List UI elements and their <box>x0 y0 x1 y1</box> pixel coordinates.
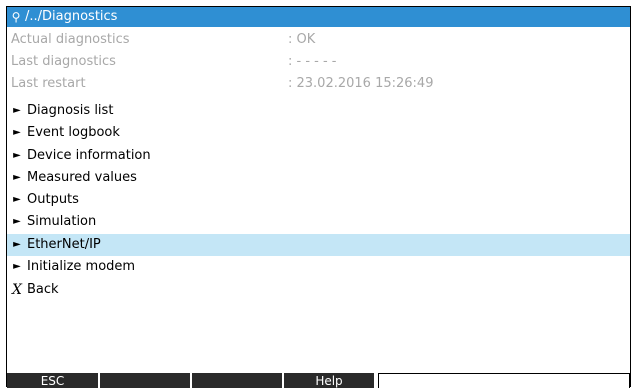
info-value: : 23.02.2016 15:26:49 <box>288 76 434 91</box>
menu-item-device-information[interactable]: ► Device information <box>7 145 630 167</box>
menu-item-simulation[interactable]: ► Simulation <box>7 211 630 233</box>
info-row-last-restart: Last restart : 23.02.2016 15:26:49 <box>7 73 630 95</box>
info-label: Last diagnostics <box>11 54 116 69</box>
info-label: Last restart <box>11 76 86 91</box>
key-icon: ⚲ <box>11 10 21 24</box>
softkey-2[interactable] <box>100 373 192 388</box>
arrow-right-icon: ► <box>13 216 21 227</box>
menu-item-label: Measured values <box>27 170 137 185</box>
info-value: : OK <box>288 32 316 47</box>
menu-item-label: Initialize modem <box>27 259 136 274</box>
menu-item-measured-values[interactable]: ► Measured values <box>7 167 630 189</box>
menu-item-label: Event logbook <box>27 125 120 140</box>
menu-item-label: EtherNet/IP <box>27 237 101 252</box>
info-row-actual-diagnostics: Actual diagnostics : OK <box>7 29 630 51</box>
menu-item-event-logbook[interactable]: ► Event logbook <box>7 122 630 144</box>
softkey-3[interactable] <box>192 373 284 388</box>
info-row-last-diagnostics: Last diagnostics : - - - - - <box>7 51 630 73</box>
menu-item-ethernet-ip[interactable]: ► EtherNet/IP <box>7 234 630 256</box>
softkey-help[interactable]: Help <box>284 373 376 388</box>
device-screen: ⚲ /../Diagnostics Actual diagnostics : O… <box>6 6 631 388</box>
arrow-right-icon: ► <box>13 150 21 161</box>
arrow-right-icon: ► <box>13 239 21 250</box>
softkey-5[interactable] <box>378 373 630 388</box>
softkey-bar: ESC Help <box>7 373 630 388</box>
arrow-right-icon: ► <box>13 172 21 183</box>
menu-item-label: Outputs <box>27 192 79 207</box>
breadcrumb-title: /../Diagnostics <box>25 9 118 24</box>
info-label: Actual diagnostics <box>11 32 130 47</box>
menu-item-initialize-modem[interactable]: ► Initialize modem <box>7 256 630 278</box>
arrow-right-icon: ► <box>13 194 21 205</box>
title-bar: ⚲ /../Diagnostics <box>7 7 630 27</box>
menu-item-label: Diagnosis list <box>27 103 114 118</box>
arrow-right-icon: ► <box>13 127 21 138</box>
menu-item-outputs[interactable]: ► Outputs <box>7 189 630 211</box>
arrow-right-icon: ► <box>13 105 21 116</box>
menu-item-back[interactable]: X Back <box>7 279 630 301</box>
menu-item-label: Back <box>27 282 59 297</box>
menu-item-diagnosis-list[interactable]: ► Diagnosis list <box>7 100 630 122</box>
softkey-esc[interactable]: ESC <box>7 373 100 388</box>
arrow-right-icon: ► <box>13 261 21 272</box>
menu-item-label: Simulation <box>27 214 97 229</box>
back-x-icon: X <box>12 282 22 298</box>
menu-item-label: Device information <box>27 148 151 163</box>
info-value: : - - - - - <box>288 54 337 69</box>
